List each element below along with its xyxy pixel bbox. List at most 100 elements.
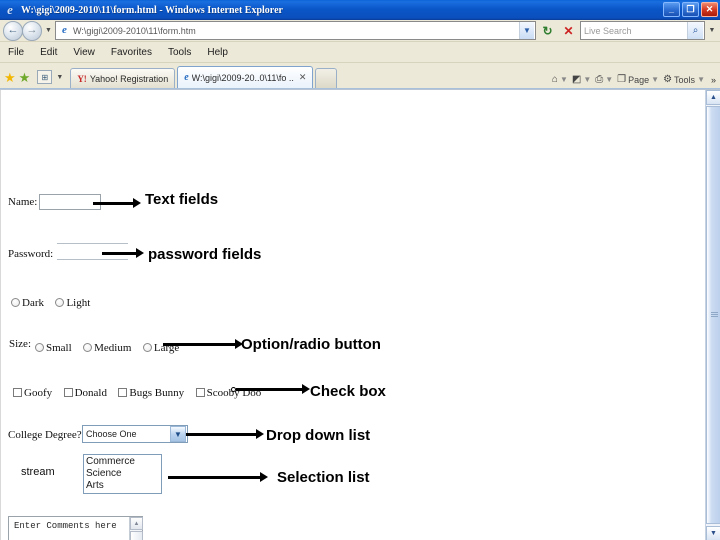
radio-option-light[interactable]: Light <box>55 293 90 311</box>
size-label: Size: <box>9 338 31 350</box>
list-item-science[interactable]: Science <box>86 468 159 480</box>
page-favicon-icon: e <box>62 24 67 36</box>
annotation-check-box: Check box <box>310 383 386 400</box>
radio-label: Medium <box>94 342 132 354</box>
stream-listbox[interactable]: Commerce Science Arts <box>83 454 162 494</box>
quick-tabs-icon[interactable]: ⊞ <box>37 70 53 84</box>
checkbox-option-donald[interactable]: Donald <box>63 383 107 401</box>
menu-help[interactable]: Help <box>207 47 228 58</box>
browser-window: e W:\gigi\2009-2010\11\form.html - Windo… <box>0 0 720 540</box>
favorites-center-icon[interactable]: ★ <box>4 71 16 84</box>
stop-icon[interactable]: ✕ <box>559 21 578 40</box>
home-icon[interactable]: ⌂ ▼ <box>552 74 568 85</box>
tab-close-icon[interactable]: ✕ <box>299 72 307 83</box>
radio-label: Dark <box>22 297 44 309</box>
page-menu-label: Page <box>628 74 650 85</box>
radio-icon[interactable] <box>142 343 152 352</box>
home-caret[interactable]: ▼ <box>560 75 568 84</box>
radio-label: Small <box>46 342 72 354</box>
print-glyph: ⎙ <box>595 74 604 85</box>
radio-icon[interactable] <box>83 343 93 352</box>
new-tab-button[interactable] <box>315 68 338 88</box>
radio-label: Light <box>66 297 91 309</box>
arrow-radio-button <box>163 339 243 349</box>
print-caret[interactable]: ▼ <box>605 75 613 84</box>
menu-favorites[interactable]: Favorites <box>111 47 152 58</box>
minimize-button[interactable]: _ <box>663 2 680 17</box>
address-value: W:\gigi\2009-2010\11\form.htm <box>73 25 196 36</box>
forward-button[interactable]: → <box>22 20 42 41</box>
list-item-commerce[interactable]: Commerce <box>86 456 159 468</box>
feeds-caret[interactable]: ▼ <box>583 75 591 84</box>
annotation-drop-down-list: Drop down list <box>266 427 371 444</box>
arrow-drop-down-list <box>186 429 264 439</box>
page-scrollbar[interactable]: ▲ ▼ <box>705 90 720 540</box>
checkbox-label: Donald <box>74 387 107 399</box>
checkbox-icon[interactable] <box>118 388 128 397</box>
scroll-down-icon[interactable]: ▼ <box>706 526 720 540</box>
address-toolbar: ← → ▼ e W:\gigi\2009-2010\11\form.htm ▼ … <box>0 20 720 42</box>
window-controls: _ ❐ ✕ <box>663 2 718 17</box>
window-title: W:\gigi\2009-2010\11\form.html - Windows… <box>21 4 283 16</box>
checkbox-icon[interactable] <box>13 388 22 397</box>
menu-file[interactable]: File <box>8 47 24 58</box>
tools-menu-button[interactable]: ⚙ Tools ▼ <box>663 74 705 85</box>
menu-bar: File Edit View Favorites Tools Help <box>0 42 720 63</box>
page-caret[interactable]: ▼ <box>651 75 659 84</box>
degree-selected-value: Choose One <box>86 429 137 439</box>
checkbox-icon[interactable] <box>195 388 205 397</box>
radio-option-small[interactable]: Small <box>35 338 72 356</box>
tab-label: Yahoo! Registration <box>89 73 169 84</box>
back-button[interactable]: ← <box>3 20 23 41</box>
menu-edit[interactable]: Edit <box>40 47 57 58</box>
password-label: Password: <box>8 248 54 260</box>
ie-logo-icon: e <box>7 2 13 17</box>
radio-icon[interactable] <box>35 343 44 352</box>
name-input[interactable] <box>39 194 101 210</box>
radio-icon[interactable] <box>11 298 20 307</box>
textarea-scroll-thumb[interactable] <box>130 531 143 540</box>
command-bar: ⌂ ▼ ◩ ▼ ⎙ ▼ ❐ Page ▼ ⚙ Tools ▼ » <box>552 74 716 85</box>
nav-history-caret[interactable]: ▼ <box>44 27 53 34</box>
radio-option-medium[interactable]: Medium <box>83 338 131 356</box>
address-dropdown-icon[interactable]: ▼ <box>519 22 534 39</box>
add-to-favorites-icon[interactable]: ★ <box>19 71 31 84</box>
arrow-password-fields <box>102 248 144 258</box>
comments-textarea[interactable]: Enter Comments here ▲ ▼ <box>8 516 143 540</box>
tab-yahoo-registration[interactable]: Y! Yahoo! Registration <box>70 68 176 88</box>
list-item-arts[interactable]: Arts <box>86 480 159 492</box>
refresh-icon[interactable]: ↻ <box>538 21 557 40</box>
radio-option-dark[interactable]: Dark <box>11 293 44 311</box>
menu-view[interactable]: View <box>73 47 95 58</box>
degree-select[interactable]: Choose One ▼ <box>82 425 188 443</box>
search-icon[interactable]: ⌕ <box>687 22 703 39</box>
scroll-up-icon[interactable]: ▲ <box>706 90 720 105</box>
character-checkbox-group: Goofy Donald Bugs Bunny Scooby Doo <box>13 383 268 401</box>
restore-button[interactable]: ❐ <box>682 2 699 17</box>
address-input[interactable]: e W:\gigi\2009-2010\11\form.htm ▼ <box>55 21 536 40</box>
textarea-scrollbar[interactable]: ▲ ▼ <box>129 517 143 540</box>
close-button[interactable]: ✕ <box>701 2 718 17</box>
chevron-down-icon[interactable]: ▼ <box>170 426 186 442</box>
checkbox-option-bugs-bunny[interactable]: Bugs Bunny <box>118 383 184 401</box>
checkbox-icon[interactable] <box>63 388 73 397</box>
tab-list-caret[interactable]: ▼ <box>55 74 64 81</box>
tab-form-html[interactable]: e W:\gigi\2009-20..0\11\fo .. ✕ <box>177 66 314 88</box>
arrow-text-fields <box>93 198 141 208</box>
search-provider-caret[interactable]: ▼ <box>707 27 717 34</box>
checkbox-label: Goofy <box>24 387 53 399</box>
tab-label: W:\gigi\2009-20..0\11\fo .. <box>191 72 294 83</box>
feeds-icon[interactable]: ◩ ▼ <box>572 74 591 85</box>
page-glyph: ❐ <box>617 74 627 85</box>
print-icon[interactable]: ⎙ ▼ <box>595 74 613 85</box>
radio-icon[interactable] <box>55 298 65 307</box>
scroll-thumb-grip <box>711 312 718 318</box>
toolbar-overflow-icon[interactable]: » <box>711 75 716 85</box>
search-input[interactable]: Live Search ⌕ <box>580 21 705 40</box>
page-menu-button[interactable]: ❐ Page ▼ <box>617 74 659 85</box>
textarea-scroll-up-icon[interactable]: ▲ <box>130 517 143 530</box>
checkbox-option-goofy[interactable]: Goofy <box>13 383 52 401</box>
scroll-thumb[interactable] <box>706 106 720 524</box>
menu-tools[interactable]: Tools <box>168 47 191 58</box>
tools-caret[interactable]: ▼ <box>697 75 705 84</box>
